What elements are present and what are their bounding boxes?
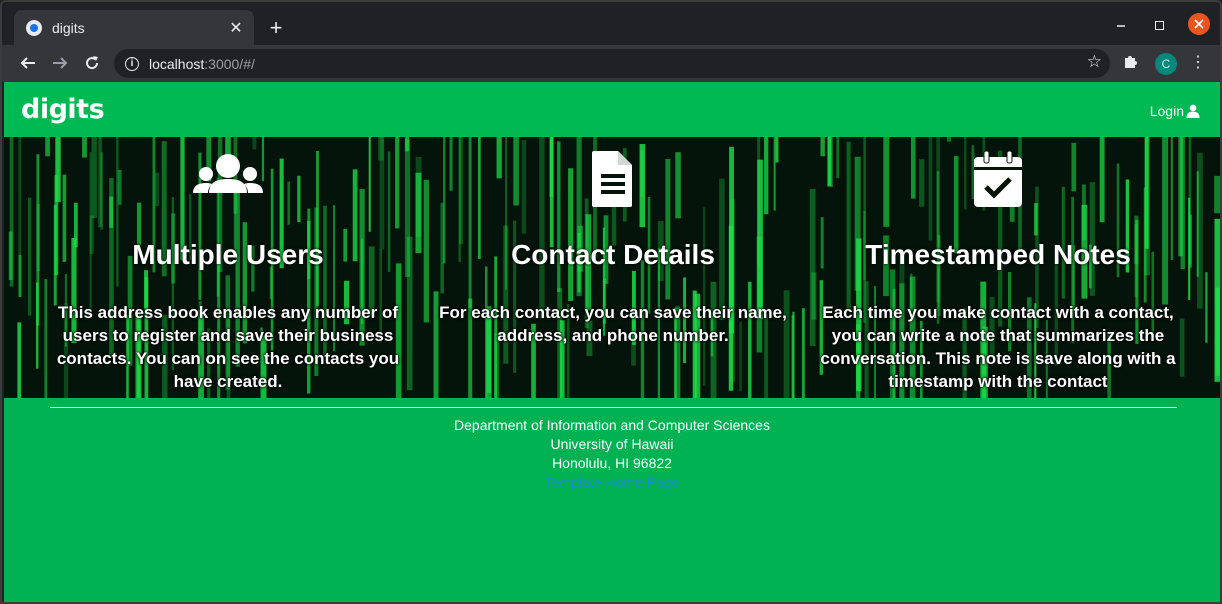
new-tab-button[interactable]: + [264, 15, 288, 40]
footer: Department of Information and Computer S… [4, 416, 1220, 492]
footer-university: University of Hawaii [550, 436, 674, 452]
url-path: :3000/#/ [204, 55, 255, 72]
matrix-streak [9, 137, 14, 287]
tab-title: digits [52, 19, 85, 36]
reload-icon [86, 56, 99, 70]
browser-window: digits ✕ + i localhost:3000/#/ ☆ C ⋮ di… [0, 0, 1222, 604]
file-text-icon [592, 151, 632, 207]
favicon-icon [26, 19, 42, 36]
address-bar[interactable]: i localhost:3000/#/ ☆ [114, 49, 1110, 78]
feature-title: Timestamped Notes [865, 239, 1131, 270]
maximize-icon [1154, 20, 1164, 30]
matrix-streak [1214, 175, 1220, 214]
feature-timestamped-notes: Timestamped Notes Each time you make con… [808, 137, 1188, 393]
matrix-streak [1214, 218, 1220, 382]
url-host: localhost [149, 55, 205, 72]
minimize-button[interactable] [1110, 14, 1132, 36]
forward-button[interactable] [48, 51, 72, 75]
template-home-link[interactable]: Template Home Page [545, 474, 680, 490]
brand-logo[interactable]: digits [21, 94, 105, 125]
footer-divider [50, 407, 1177, 408]
minimize-icon [1117, 25, 1125, 27]
tab-strip: digits ✕ + [2, 2, 1220, 45]
back-button[interactable] [16, 51, 40, 75]
feature-text: This address book enables any number of … [56, 303, 400, 391]
feature-title: Multiple Users [132, 239, 324, 270]
close-tab-icon[interactable]: ✕ [226, 18, 246, 38]
navbar: digits Login [4, 82, 1220, 137]
browser-tab[interactable]: digits ✕ [14, 10, 254, 45]
footer-department: Department of Information and Computer S… [454, 417, 770, 433]
matrix-streak [18, 254, 22, 298]
users-icon [193, 154, 263, 193]
reload-button[interactable] [80, 51, 104, 75]
close-icon [1194, 19, 1204, 29]
matrix-streak [1205, 272, 1208, 343]
login-label: Login [1149, 103, 1184, 119]
login-button[interactable]: Login [1150, 103, 1200, 119]
feature-contact-details: Contact Details For each contact, you ca… [423, 137, 803, 347]
hero-banner: Multiple Users This address book enables… [4, 137, 1220, 398]
close-window-button[interactable] [1188, 13, 1210, 35]
profile-avatar[interactable]: C [1155, 53, 1177, 75]
matrix-streak [18, 137, 22, 255]
arrow-right-icon [53, 57, 68, 69]
matrix-streak [1197, 152, 1203, 309]
extensions-icon[interactable] [1122, 53, 1138, 74]
kebab-menu-icon[interactable]: ⋮ [1190, 52, 1206, 72]
web-page: digits Login Multiple Users This address… [4, 82, 1220, 602]
feature-title: Contact Details [511, 239, 715, 270]
arrow-left-icon [20, 57, 35, 69]
info-icon[interactable]: i [125, 56, 139, 71]
browser-toolbar: i localhost:3000/#/ ☆ C ⋮ [2, 45, 1220, 82]
maximize-button[interactable] [1148, 14, 1170, 36]
matrix-streak [28, 197, 32, 316]
feature-text: For each contact, you can save their nam… [439, 303, 787, 345]
bookmark-star-icon[interactable]: ☆ [1087, 52, 1102, 72]
feature-multiple-users: Multiple Users This address book enables… [38, 137, 418, 393]
matrix-streak [1188, 214, 1193, 268]
user-icon [1186, 104, 1200, 118]
feature-text: Each time you make contact with a contac… [820, 303, 1176, 391]
calendar-check-icon [974, 150, 1022, 207]
footer-address: Honolulu, HI 96822 [552, 455, 672, 471]
matrix-streak [17, 322, 22, 398]
